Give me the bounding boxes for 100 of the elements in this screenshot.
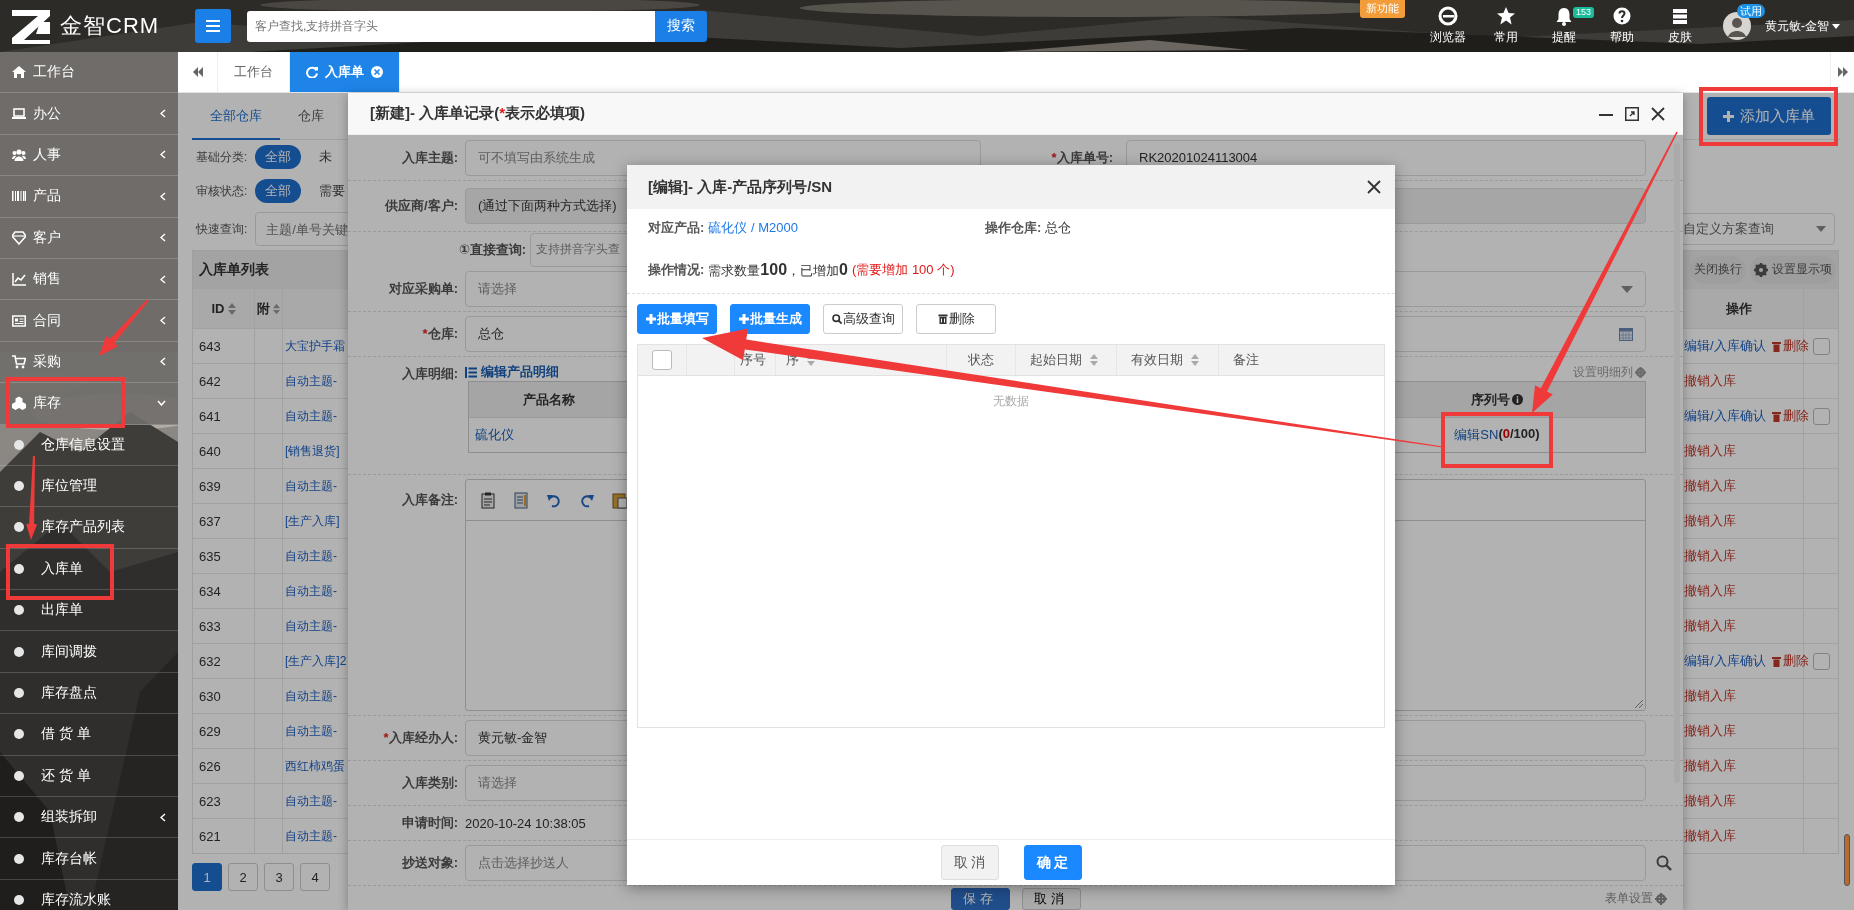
nav-item[interactable]: 产品 [0,176,178,218]
subject-link[interactable]: 自动主题- [285,722,337,740]
subject-link[interactable]: 自动主题- [285,582,337,600]
undo-link[interactable]: 撤销入库 [1684,827,1736,845]
column-header[interactable]: ID [193,289,255,328]
column-header[interactable]: 附 [255,289,283,328]
delete-link[interactable]: 删除 [1771,337,1809,355]
field-label: 抄送对象: [400,854,459,872]
maximize-icon[interactable] [1625,106,1639,121]
caret-icon [1816,226,1826,232]
edit-detail-link[interactable]: 编辑产品明细 [465,363,559,381]
nav-item[interactable]: 人事 [0,134,178,177]
newspaper-icon [12,313,26,328]
filter-option[interactable]: 未 [309,145,343,169]
table-cell: 642 [193,364,255,398]
page-button[interactable]: 3 [264,863,294,891]
save-button[interactable]: 保存 [950,887,1010,910]
column-header[interactable]: 起始日期 [1030,351,1099,369]
bullet-icon [14,688,24,699]
row-checkbox[interactable] [1812,337,1830,355]
table-cell: 630 [193,679,255,713]
column-header[interactable]: 状态 [968,351,994,369]
undo-link[interactable]: 撤销入库 [1684,372,1736,390]
edit-confirm-link[interactable]: 编辑/入库确认 [1684,652,1766,670]
column-header[interactable]: 有效日期 [1131,351,1200,369]
paste-icon[interactable] [480,491,496,509]
gear-icon [1655,892,1667,905]
subject-link[interactable]: 自动主题- [285,477,337,495]
delete-button[interactable]: 删除 [916,304,996,334]
undo-link[interactable]: 撤销入库 [1684,512,1736,530]
page-button[interactable]: 2 [228,863,258,891]
column-header[interactable]: 备注 [1233,351,1259,369]
undo-link[interactable]: 撤销入库 [1684,617,1736,635]
subject-link[interactable]: 大宝护手霜 [285,337,345,355]
nav-item[interactable]: 客户 [0,217,178,259]
filter-label: 审核状态: [196,182,248,200]
cubes-icon [12,396,26,411]
subject-link[interactable]: [生产入库]2 [285,652,347,670]
nav-item[interactable]: 销售 [0,258,178,301]
add-button[interactable]: 批量生成 [730,304,810,334]
column-settings-link[interactable]: 设置明细列 [1573,363,1646,381]
bullet-icon [14,605,24,616]
display-settings-button[interactable]: 设置显示项 [1750,255,1836,284]
undo-link[interactable]: 撤销入库 [1684,792,1736,810]
select-all-checkbox[interactable] [652,350,672,370]
undo-link[interactable]: 撤销入库 [1684,477,1736,495]
nav-item[interactable]: 工作台 [0,52,178,94]
undo-link[interactable]: 撤销入库 [1684,757,1736,775]
delete-link[interactable]: 删除 [1771,652,1809,670]
barcode-icon [12,189,26,204]
edit-confirm-link[interactable]: 编辑/入库确认 [1684,407,1766,425]
cancel-button[interactable]: 取 消 [940,845,999,880]
subject-link[interactable]: [生产入库] [285,512,340,530]
clipboard-icon[interactable] [612,491,628,509]
undo-link[interactable]: 撤销入库 [1684,722,1736,740]
wrap-toggle-button[interactable]: 关闭换行 [1690,255,1746,284]
undo-link[interactable]: 撤销入库 [1684,547,1736,565]
product-link[interactable]: 硫化仪 [475,426,514,444]
filter-option[interactable]: 全部 [255,179,302,203]
product-link[interactable]: 硫化仪 / M2000 [708,219,798,237]
subject-link[interactable]: 自动主题- [285,792,337,810]
subject-link[interactable]: 西红柿鸡蛋 [285,757,345,775]
subject-link[interactable]: 自动主题- [285,407,337,425]
edit-sn-link[interactable]: 编辑SN [1454,426,1499,444]
filter-option[interactable]: 全部 [255,145,302,169]
close-icon[interactable] [1651,106,1665,121]
row-checkbox[interactable] [1812,652,1830,670]
subject-link[interactable]: 自动主题- [285,617,337,635]
tab[interactable]: 入库单 [290,52,400,92]
field-value: 总仓 [1045,219,1072,237]
subject-link[interactable]: 自动主题- [285,547,337,565]
nav-item[interactable]: 办公 [0,93,178,135]
undo-link[interactable]: 撤销入库 [1684,582,1736,600]
undo-link[interactable]: 撤销入库 [1684,687,1736,705]
field-label: 入库备注: [400,491,459,509]
page-button[interactable]: 1 [192,863,222,891]
subject-link[interactable]: 自动主题- [285,687,337,705]
search-icon[interactable] [1656,855,1672,871]
sort-icon [227,302,236,315]
nav-item[interactable]: 库存 [0,383,178,425]
form-settings-link[interactable]: 表单设置 [1605,890,1667,907]
info-icon [1512,394,1523,405]
page-button[interactable]: 4 [300,863,330,891]
subject-link[interactable]: [销售退货] [285,442,340,460]
undo-link[interactable]: 撤销入库 [1684,442,1736,460]
nav-item[interactable]: 合同 [0,300,178,342]
table-cell: 643 [193,329,255,363]
delete-link[interactable]: 删除 [1771,407,1809,425]
close-icon[interactable] [1367,180,1381,194]
row-checkbox[interactable] [1812,407,1830,425]
subject-link[interactable]: 自动主题- [285,827,337,845]
search-button[interactable]: 高级查询 [823,304,903,334]
trash-icon [1771,655,1781,667]
add-button[interactable]: 批量填写 [637,304,717,334]
subject-link[interactable]: 自动主题- [285,372,337,390]
add-button[interactable]: 添加入库单 [1707,97,1831,135]
confirm-button[interactable]: 确 定 [1023,845,1082,880]
field-label: 对应产品: [648,219,705,237]
cancel-button[interactable]: 取消 [1021,887,1081,910]
edit-confirm-link[interactable]: 编辑/入库确认 [1684,337,1766,355]
